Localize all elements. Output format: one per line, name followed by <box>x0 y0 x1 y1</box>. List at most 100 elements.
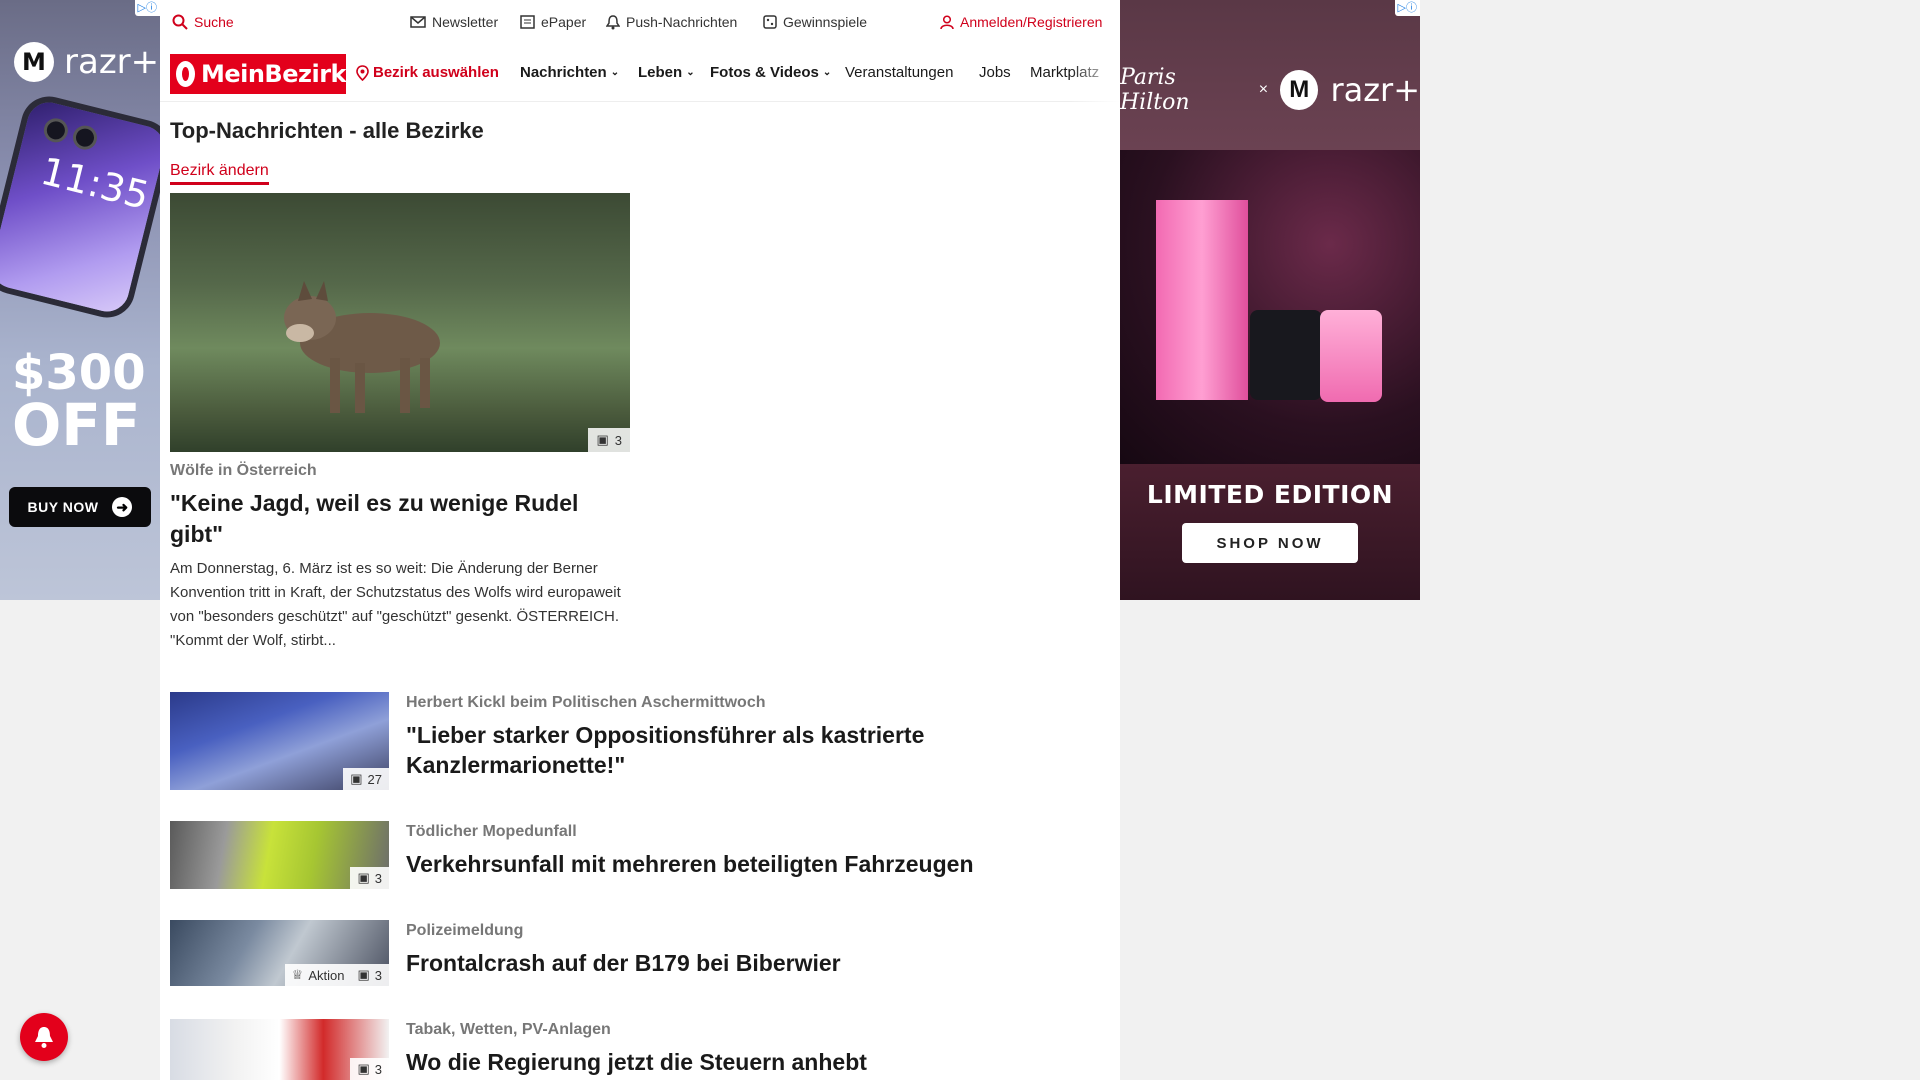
nav-label: Nachrichten <box>520 64 607 81</box>
article-thumbnail: ▣ 3 <box>170 821 389 889</box>
article-category: Polizeimeldung <box>406 922 524 939</box>
hero-title[interactable]: "Keine Jagd, weil es zu wenige Rudel gib… <box>170 488 630 550</box>
image-count: 3 <box>374 967 382 983</box>
phone-image <box>1250 310 1322 400</box>
nav-item-nachrichten[interactable]: Nachrichten ⌄ <box>520 64 619 81</box>
article-title[interactable]: Frontalcrash auf der B179 bei Biberwier <box>406 948 1046 978</box>
hero-teaser: Am Donnerstag, 6. März ist es so weit: D… <box>170 560 621 649</box>
wolf-image <box>284 281 440 413</box>
login-link[interactable]: Anmelden/Registrieren <box>940 14 1102 30</box>
ad-offer-amount: $300 <box>12 345 146 401</box>
phone-image: 11:35 <box>0 97 160 317</box>
article-thumbnail: ▣ 3 <box>170 1019 389 1080</box>
login-label: Anmelden/Registrieren <box>960 14 1103 30</box>
images-icon: ▣ <box>596 432 609 447</box>
list-item[interactable]: ▣ 3 Tödlicher Mopedunfall Verkehrsunfall … <box>170 821 1070 921</box>
nav-item-fotos-videos[interactable]: Fotos & Videos ⌄ <box>710 64 831 81</box>
left-ad-banner[interactable]: ▷ⓘ M razr+ 11:35 $300 OFF BUY NOW ➜ <box>0 0 160 600</box>
trophy-icon: ♕ <box>291 967 304 982</box>
image-count: 3 <box>374 1061 382 1077</box>
buy-now-button[interactable]: BUY NOW ➜ <box>9 487 151 527</box>
product-image <box>1120 150 1420 464</box>
list-item[interactable]: ▣ 27 Herbert Kickl beim Politischen Asche… <box>170 692 1070 792</box>
newsletter-label: Newsletter <box>432 14 499 30</box>
pink-box <box>1156 200 1248 400</box>
nav-label: Jobs <box>979 64 1011 81</box>
arrow-right-icon: ➜ <box>112 497 133 517</box>
main-content: Suche Newsletter ePaper Push-Nachrichten… <box>160 0 1120 1080</box>
nav-fade <box>1070 46 1120 102</box>
image-count: 3 <box>374 870 382 886</box>
mail-icon <box>410 16 426 28</box>
ad-choices-badge[interactable]: ▷ⓘ <box>134 0 160 16</box>
image-count-badge: ▣ 3 <box>350 867 389 889</box>
newspaper-icon <box>520 15 535 29</box>
pink-pouch <box>1320 310 1382 402</box>
signature: Paris Hilton <box>1120 65 1190 115</box>
times-sign: × <box>1258 81 1269 98</box>
list-item[interactable]: ▣ 3 Tabak, Wetten, PV-Anlagen Wo die Regi… <box>170 1019 1070 1080</box>
bezirk-label: Bezirk auswählen <box>373 64 499 81</box>
ad-brand: M razr+ <box>14 42 159 82</box>
section-title: Top-Nachrichten - alle Bezirke <box>170 118 484 143</box>
article-title[interactable]: "Lieber starker Oppositionsführer als ka… <box>406 720 1046 780</box>
images-icon: ▣ <box>357 967 370 982</box>
search-link[interactable]: Suche <box>172 14 234 30</box>
nav-label: Fotos & Videos <box>710 64 819 81</box>
ad-brand-name: razr+ <box>64 42 160 82</box>
article-thumbnail: ▣ 27 <box>170 692 389 790</box>
buy-now-label: BUY NOW <box>27 499 99 515</box>
motorola-logo-icon: M <box>14 42 54 82</box>
newsletter-link[interactable]: Newsletter <box>410 14 498 30</box>
epaper-label: ePaper <box>541 14 587 30</box>
image-count-badge: ▣ 3 <box>350 1058 389 1080</box>
phone-time: 11:35 <box>36 148 154 218</box>
ad-headline: LIMITED EDITION <box>1146 480 1394 509</box>
chevron-down-icon: ⌄ <box>610 67 620 78</box>
camera-icons <box>41 115 100 153</box>
meinbezirk-logo[interactable]: MeinBezirk <box>170 53 347 94</box>
nav-label: Veranstaltungen <box>845 64 954 81</box>
article-title[interactable]: Verkehrsunfall mit mehreren beteiligten … <box>406 849 1046 879</box>
gewinnspiele-link[interactable]: Gewinnspiele <box>763 14 867 30</box>
epaper-link[interactable]: ePaper <box>520 14 586 30</box>
nav-item-jobs[interactable]: Jobs <box>979 64 1011 81</box>
bell-icon <box>606 14 620 29</box>
article-thumbnail: ♕ Aktion ▣ 3 <box>170 920 389 986</box>
main-nav: MeinBezirk Bezirk auswählen Nachrichten ⌄… <box>160 46 1120 102</box>
list-item[interactable]: ♕ Aktion ▣ 3 Polizeimeldung Frontalcrash… <box>170 920 1070 1020</box>
ad-header: Paris Hilton × M razr+ <box>1120 0 1420 150</box>
user-icon <box>940 14 954 29</box>
gewinnspiele-label: Gewinnspiele <box>783 14 868 30</box>
nav-label: Leben <box>638 64 683 81</box>
shop-now-button[interactable]: SHOP NOW <box>1182 523 1358 563</box>
article-title[interactable]: Wo die Regierung jetzt die Steuern anheb… <box>406 1047 1046 1077</box>
images-icon: ▣ <box>357 870 370 885</box>
ad-footer: LIMITED EDITION SHOP NOW <box>1120 464 1420 600</box>
bell-icon <box>35 1027 53 1048</box>
utility-bar: Suche Newsletter ePaper Push-Nachrichten… <box>160 0 1120 46</box>
sun-logo-icon <box>176 60 195 87</box>
image-count: 27 <box>367 771 382 787</box>
ad-brand-name: razr+ <box>1330 71 1420 109</box>
push-link[interactable]: Push-Nachrichten <box>606 14 737 30</box>
article-category: Herbert Kickl beim Politischen Aschermit… <box>406 694 766 711</box>
images-icon: ▣ <box>357 1061 370 1076</box>
logo-text: MeinBezirk <box>200 59 347 88</box>
images-icon: ▣ <box>350 771 363 786</box>
change-bezirk-link[interactable]: Bezirk ändern <box>170 162 269 185</box>
right-ad-banner[interactable]: ▷ⓘ Paris Hilton × M razr+ LIMITED EDITIO… <box>1120 0 1420 600</box>
nav-item-leben[interactable]: Leben ⌄ <box>638 64 695 81</box>
bezirk-select[interactable]: Bezirk auswählen <box>356 64 499 81</box>
ad-offer: $300 OFF <box>12 345 146 454</box>
nav-item-veranstaltungen[interactable]: Veranstaltungen <box>845 64 953 81</box>
location-pin-icon <box>356 64 369 81</box>
hero-image[interactable]: ▣ 3 <box>170 193 630 452</box>
image-count-badge: ♕ Aktion ▣ 3 <box>284 964 389 986</box>
search-label: Suche <box>194 14 234 30</box>
gift-icon <box>763 15 777 29</box>
notification-button[interactable] <box>20 1013 68 1061</box>
ad-choices-badge[interactable]: ▷ⓘ <box>1394 0 1420 16</box>
push-label: Push-Nachrichten <box>626 14 738 30</box>
motorola-logo-icon: M <box>1280 70 1319 110</box>
